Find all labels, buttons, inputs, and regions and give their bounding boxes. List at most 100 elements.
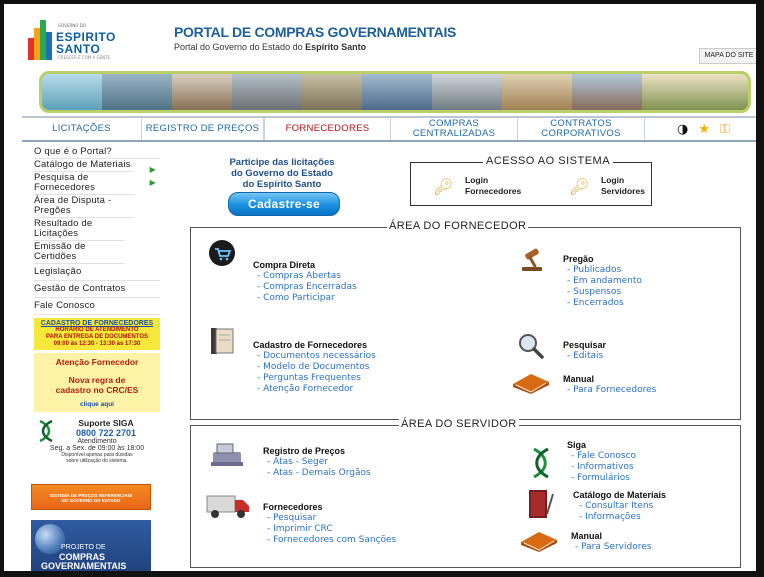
link-documentos-necessarios[interactable]: - Documentos necessários [257,351,376,362]
cadastre-se-button[interactable]: Cadastre-se [228,192,340,216]
key-icon: 🔑︎ [569,177,590,196]
sidebar-item-pesquisa-fornecedores[interactable]: Pesquisa de Fornecedores ▶ [34,172,156,195]
nav-registro-de-precos[interactable]: REGISTRO DE PREÇOS [142,118,264,140]
link-pesquisar[interactable]: - Pesquisar [267,513,396,524]
main-nav: LICITAÇÕES REGISTRO DE PREÇOS FORNECEDOR… [22,116,756,142]
sidebar-item-label: Pesquisa de Fornecedores [34,172,96,193]
login-forn-l1: Login [465,175,489,185]
sidebar-item-fale-conosco[interactable]: Fale Conosco [34,298,160,315]
cadastro-title: CADASTRO DE FORNECEDORES [40,320,154,327]
sidebar-item-o-que-e[interactable]: O que é o Portal? [34,146,160,159]
participe-line2: do Governo do Estado [231,168,333,179]
link-suspensos[interactable]: - Suspensos [567,287,642,298]
link-compras-abertas[interactable]: - Compras Abertas [257,271,357,282]
suporte-hours: Seg. a Sex. de 09:00 às 18:00 [49,445,145,452]
link-perguntas-frequentes[interactable]: - Perguntas Frequentes [257,373,376,384]
link-editais[interactable]: - Editais [567,351,603,362]
magnifier-icon [519,334,544,359]
projeto-compras-banner[interactable]: PROJETO DE COMPRAS GOVERNAMENTAIS Modern… [31,520,151,571]
contrast-icon[interactable]: ◑ [677,122,688,137]
nav-fornecedores[interactable]: FORNECEDORES [264,118,391,140]
key-icon[interactable]: ⚿ [720,122,730,137]
sidebar-item-legislacao[interactable]: Legislação [34,264,160,281]
link-para-servidores[interactable]: - Para Servidores [575,542,651,553]
link-formularios[interactable]: - Formulários [571,473,636,484]
nav-contratos-corporativos[interactable]: CONTRATOS CORPORATIVOS [518,118,645,140]
sidebar-item-gestao-contratos[interactable]: Gestão de Contratos [34,281,160,298]
portal-title: PORTAL DE COMPRAS GOVERNAMENTAIS [174,24,457,40]
nav-compras-centralizadas[interactable]: COMPRAS CENTRALIZADAS [391,118,518,140]
logo-small-text: GOVERNO DO [58,23,86,28]
projeto-line3: GOVERNAMENTAIS [41,561,127,571]
link-consultar-itens[interactable]: - Consultar Itens [579,501,653,512]
cadastro-fornecedores-title[interactable]: Cadastro de Fornecedores [253,340,367,350]
clique-aqui-link[interactable]: clique aqui [36,401,158,408]
arrow-right-icon: ▶ [149,165,156,174]
link-atas-demais-orgaos[interactable]: - Atas - Demais Orgãos [267,468,371,479]
login-fornecedores-link[interactable]: Login Fornecedores [465,175,521,197]
compra-direta-title[interactable]: Compra Direta [253,260,315,270]
photo-banner [39,71,751,113]
manual-fornecedor-title[interactable]: Manual [563,374,594,384]
pregao-title[interactable]: Pregão [563,254,594,264]
atencao-fornecedor-banner[interactable]: Atenção Fornecedor Nova regra de cadastr… [34,353,160,412]
link-imprimir-crc[interactable]: - Imprimir CRC [267,524,396,535]
projeto-line1: PROJETO DE [61,544,106,551]
fornecedores-title[interactable]: Fornecedores [263,502,323,512]
link-atencao-fornecedor[interactable]: - Atenção Fornecedor [257,384,376,395]
atencao-title: Atenção Fornecedor [55,357,139,367]
cadastro-line1: HORÁRIO DE ATENDIMENTO [55,327,139,333]
sidebar-item-certidoes[interactable]: Emissão de Certidões [34,241,124,264]
cadastro-horario-banner[interactable]: CADASTRO DE FORNECEDORES HORÁRIO DE ATEN… [34,318,160,350]
manual-servidor-title[interactable]: Manual [571,531,602,541]
link-fornecedores-sancoes[interactable]: - Fornecedores com Sanções [267,535,396,546]
area-servidor-legend: ÁREA DO SERVIDOR [399,418,519,430]
link-informativos[interactable]: - Informativos [571,462,636,473]
nav-icons: ◑ ★ ⚿ [645,118,756,140]
link-publicados[interactable]: - Publicados [567,265,642,276]
link-fale-conosco[interactable]: - Fale Conosco [571,451,636,462]
registro-precos-title[interactable]: Registro de Preços [263,446,345,456]
sistema-precos-referenciais-banner[interactable]: SISTEMA DE PREÇOS REFERENCIAIS DO GOVERN… [31,484,151,510]
logo-tagline: CRESCER É COM A GENTE [58,55,111,60]
sidebar-item-catalogo[interactable]: Catálogo de Materiais ▶ [34,159,156,174]
area-do-fornecedor: ÁREA DO FORNECEDOR Compra Direta - Compr… [190,220,741,420]
logo-pillars-icon [28,20,54,60]
sidebar-item-label: Resultado de Licitações [34,218,93,239]
manual-servidor-list: - Para Servidores [575,542,651,553]
sidebar-item-label: Área de Disputa - Pregões [34,195,112,216]
pregao-list: - Publicados - Em andamento - Suspensos … [567,265,642,309]
cadastro-line2: PARA ENTREGA DE DOCUMENTOS [45,334,148,340]
truck-icon [206,495,249,518]
link-atas-seger[interactable]: - Atas - Seger [267,457,371,468]
logo-line2: SANTO [56,42,101,56]
participe-line1: Participe das licitações [229,157,335,168]
login-servidores-link[interactable]: Login Servidores [601,175,645,197]
acesso-legend: ACESSO AO SISTEMA [483,155,614,167]
link-informacoes[interactable]: - Informações [579,512,653,523]
link-em-andamento[interactable]: - Em andamento [567,276,642,287]
nav-licitacoes[interactable]: LICITAÇÕES [22,118,142,140]
link-encerrados[interactable]: - Encerrados [567,298,642,309]
catalogo-materiais-title[interactable]: Catálogo de Materiais [573,490,666,500]
es-logo[interactable]: GOVERNO DO ESPIRITO SANTO CRESCER É COM … [28,20,136,64]
page-frame: GOVERNO DO ESPIRITO SANTO CRESCER É COM … [0,0,764,577]
link-para-fornecedores[interactable]: - Para Fornecedores [567,385,656,396]
sidebar-item-area-disputa[interactable]: Área de Disputa - Pregões [34,195,134,218]
link-compras-encerradas[interactable]: - Compras Encerradas [257,282,357,293]
area-do-servidor: ÁREA DO SERVIDOR Registro de Preços - At… [190,418,741,568]
link-como-participar[interactable]: - Como Participar [257,293,357,304]
login-serv-l1: Login [601,175,625,185]
sidebar-item-label: Emissão de Certidões [34,241,86,262]
link-modelo-documentos[interactable]: - Modelo de Documentos [257,362,376,373]
participe-line3: do Espírito Santo [242,179,322,190]
star-icon[interactable]: ★ [698,122,710,137]
pesquisar-title[interactable]: Pesquisar [563,340,606,350]
gavel-icon [522,248,542,271]
siga-title[interactable]: Siga [567,440,586,450]
suporte-note2: sobre utilização do sistema. [66,458,128,464]
sidebar-item-label: O que é o Portal? [34,146,112,157]
siga-list: - Fale Conosco - Informativos - Formulár… [571,451,636,484]
mapa-do-site-link[interactable]: MAPA DO SITE [699,48,756,64]
sidebar-item-resultado[interactable]: Resultado de Licitações [34,218,124,241]
